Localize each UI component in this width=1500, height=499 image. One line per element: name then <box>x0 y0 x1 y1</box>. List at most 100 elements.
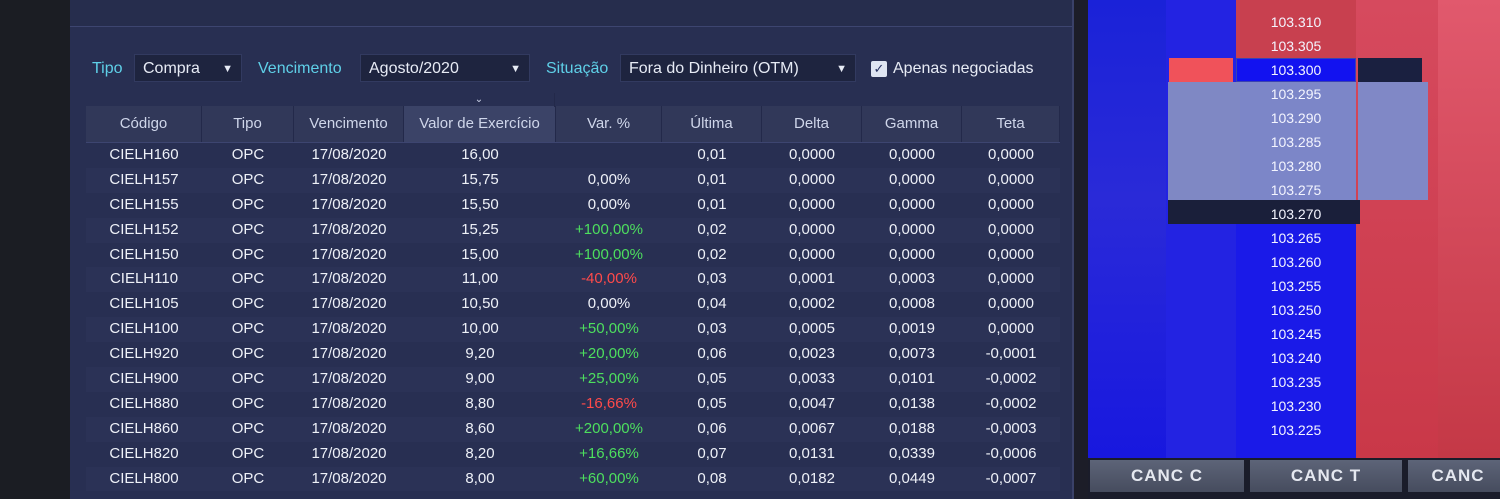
cell-vencimento: 17/08/2020 <box>311 170 387 188</box>
cell-gamma: 0,0101 <box>889 370 935 388</box>
table-body: CIELH160 OPC 17/08/2020 16,00 0,01 0,0000 0,00… <box>86 143 1060 492</box>
cell-teta: 0,0000 <box>988 295 1034 313</box>
book-price[interactable]: 103.295 <box>1236 82 1356 106</box>
cell-valor-exercicio: 8,20 <box>465 444 495 462</box>
cell-valor-exercicio: 8,60 <box>465 419 495 437</box>
column-header-ultima[interactable]: Última <box>662 106 762 142</box>
table-row[interactable]: CIELH152 OPC 17/08/2020 15,25 +100,00% 0,02 0,… <box>86 217 1060 243</box>
book-price[interactable]: 103.300 <box>1236 58 1356 82</box>
cell-vencimento: 17/08/2020 <box>311 245 387 263</box>
cell-tipo: OPC <box>231 419 265 437</box>
column-header-delta[interactable]: Delta <box>762 106 862 142</box>
cell-vencimento: 17/08/2020 <box>311 469 387 487</box>
table-header: Código Tipo Vencimento ⌄ Valor de Exercício V… <box>86 93 1060 143</box>
order-book: 103.310 103.305 103.300 103.295 103.290 103.2… <box>1088 0 1500 499</box>
apenas-negociadas-checkbox[interactable]: ✓ <box>871 61 887 77</box>
cell-ultima: 0,06 <box>697 419 727 437</box>
cell-valor-exercicio: 15,75 <box>461 170 499 188</box>
cell-teta: 0,0000 <box>988 195 1034 213</box>
cell-ultima: 0,03 <box>697 270 727 288</box>
cell-ultima: 0,04 <box>697 295 727 313</box>
column-header-var-pct[interactable]: Var. % <box>556 106 662 142</box>
table-row[interactable]: CIELH820 OPC 17/08/2020 8,20 +16,66% 0,07 0,01… <box>86 442 1060 467</box>
column-header-tipo[interactable]: Tipo <box>202 106 294 142</box>
cell-delta: 0,0067 <box>789 419 835 437</box>
table-row[interactable]: CIELH860 OPC 17/08/2020 8,60 +200,00% 0,06 0,0… <box>86 416 1060 442</box>
column-header-gamma[interactable]: Gamma <box>862 106 962 142</box>
column-header-teta[interactable]: Teta <box>962 106 1060 142</box>
cell-gamma: 0,0008 <box>889 295 935 313</box>
table-row[interactable]: CIELH150 OPC 17/08/2020 15,00 +100,00% 0,02 0,… <box>86 243 1060 268</box>
column-header-label: Delta <box>793 115 830 132</box>
book-price[interactable]: 103.235 <box>1236 370 1356 394</box>
cell-ultima: 0,05 <box>697 394 727 412</box>
book-price[interactable]: 103.260 <box>1236 250 1356 274</box>
cell-delta: 0,0023 <box>789 345 835 363</box>
cell-tipo: OPC <box>231 345 265 363</box>
book-price[interactable]: 103.280 <box>1236 154 1356 178</box>
cell-tipo: OPC <box>231 370 265 388</box>
table-row[interactable]: CIELH800 OPC 17/08/2020 8,00 +60,00% 0,08 0,01… <box>86 466 1060 492</box>
table-row[interactable]: CIELH880 OPC 17/08/2020 8,80 -16,66% 0,05 0,00… <box>86 392 1060 417</box>
book-price[interactable]: 103.250 <box>1236 298 1356 322</box>
cell-codigo: CIELH150 <box>109 245 179 263</box>
cell-var-pct: -40,00% <box>581 270 637 288</box>
book-price[interactable]: 103.290 <box>1236 106 1356 130</box>
cell-codigo: CIELH157 <box>109 170 179 188</box>
cell-gamma: 0,0000 <box>889 146 935 163</box>
book-price[interactable]: 103.285 <box>1236 130 1356 154</box>
cell-teta: -0,0006 <box>985 444 1037 462</box>
cell-codigo: CIELH820 <box>109 444 179 462</box>
table-row[interactable]: CIELH110 OPC 17/08/2020 11,00 -40,00% 0,03 0,0… <box>86 267 1060 293</box>
book-price[interactable]: 103.230 <box>1236 394 1356 418</box>
chevron-down-icon: ▼ <box>836 63 847 75</box>
column-header-vencimento[interactable]: Vencimento <box>294 106 404 142</box>
book-price[interactable]: 103.265 <box>1236 226 1356 250</box>
column-header-codigo[interactable]: Código <box>86 106 202 142</box>
cell-gamma: 0,0073 <box>889 345 935 363</box>
cell-gamma: 0,0003 <box>889 270 935 288</box>
cell-delta: 0,0001 <box>789 270 835 288</box>
book-price[interactable]: 103.310 <box>1236 10 1356 34</box>
book-price[interactable]: 103.255 <box>1236 274 1356 298</box>
tipo-select[interactable]: Compra ▼ <box>134 54 242 82</box>
current-qty-cell <box>1358 58 1422 82</box>
cell-gamma: 0,0000 <box>889 220 935 238</box>
situacao-select[interactable]: Fora do Dinheiro (OTM) ▼ <box>620 54 856 82</box>
table-row[interactable]: CIELH155 OPC 17/08/2020 15,50 0,00% 0,01 0,000… <box>86 193 1060 218</box>
column-header-label: Teta <box>996 115 1025 132</box>
book-price[interactable]: 103.240 <box>1236 346 1356 370</box>
column-header-label: Tipo <box>233 115 262 132</box>
cell-ultima: 0,02 <box>697 245 727 263</box>
cell-var-pct: +16,66% <box>579 444 639 462</box>
table-row[interactable]: CIELH105 OPC 17/08/2020 10,50 0,00% 0,04 0,000… <box>86 292 1060 317</box>
top-strip <box>70 0 1072 27</box>
cell-valor-exercicio: 10,50 <box>461 295 499 313</box>
book-price[interactable]: 103.245 <box>1236 322 1356 346</box>
canc-button[interactable]: CANC <box>1408 460 1500 492</box>
book-price[interactable]: 103.225 <box>1236 418 1356 442</box>
cell-gamma: 0,0138 <box>889 394 935 412</box>
canc-t-button[interactable]: CANC T <box>1250 460 1402 492</box>
canc-c-button[interactable]: CANC C <box>1090 460 1244 492</box>
cell-gamma: 0,0449 <box>889 469 935 487</box>
cell-delta: 0,0000 <box>789 170 835 188</box>
table-row[interactable]: CIELH160 OPC 17/08/2020 16,00 0,01 0,0000 0,00… <box>86 143 1060 168</box>
cell-delta: 0,0000 <box>789 220 835 238</box>
column-header-label: Valor de Exercício <box>419 115 540 132</box>
table-row[interactable]: CIELH920 OPC 17/08/2020 9,20 +20,00% 0,06 0,00… <box>86 342 1060 367</box>
table-row[interactable]: CIELH157 OPC 17/08/2020 15,75 0,00% 0,01 0,000… <box>86 167 1060 193</box>
table-row[interactable]: CIELH100 OPC 17/08/2020 10,00 +50,00% 0,03 0,0… <box>86 317 1060 343</box>
column-header-valor-exercicio[interactable]: ⌄ Valor de Exercício <box>404 93 556 142</box>
cell-vencimento: 17/08/2020 <box>311 195 387 213</box>
cell-teta: -0,0001 <box>985 345 1037 363</box>
cell-vencimento: 17/08/2020 <box>311 320 387 338</box>
book-price[interactable]: 103.275 <box>1236 178 1356 202</box>
cell-var-pct: +20,00% <box>579 345 639 363</box>
book-price[interactable]: 103.270 <box>1236 202 1356 226</box>
cell-valor-exercicio: 15,25 <box>461 220 499 238</box>
book-price[interactable]: 103.305 <box>1236 34 1356 58</box>
vencimento-select[interactable]: Agosto/2020 ▼ <box>360 54 530 82</box>
table-row[interactable]: CIELH900 OPC 17/08/2020 9,00 +25,00% 0,05 0,00… <box>86 367 1060 392</box>
cell-teta: 0,0000 <box>988 245 1034 263</box>
